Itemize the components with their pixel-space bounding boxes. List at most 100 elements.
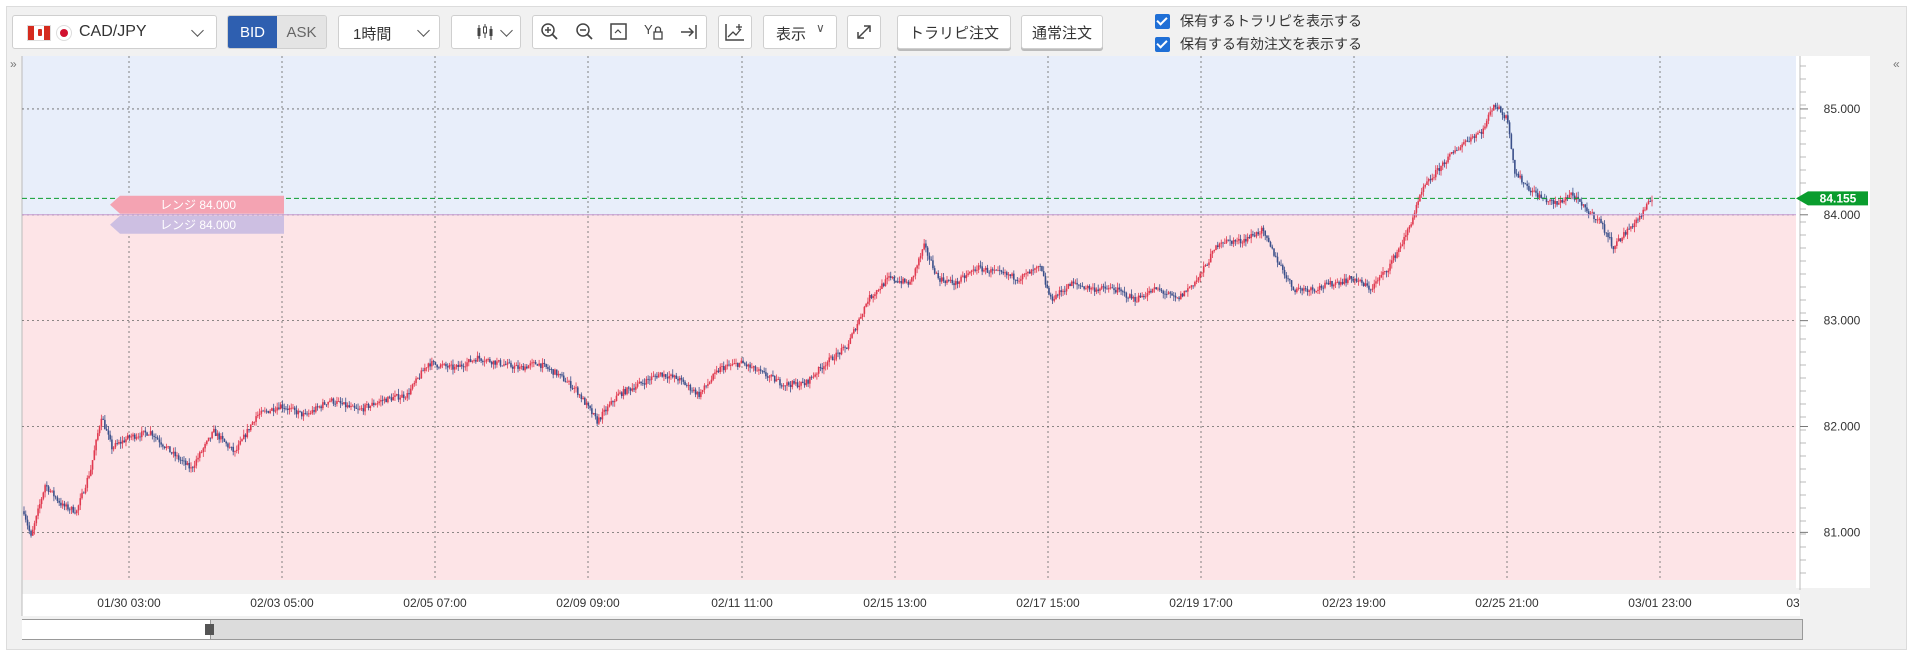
candle-body <box>1039 265 1041 267</box>
candle-body <box>967 273 969 275</box>
candle-body <box>1325 282 1328 284</box>
candle-body <box>1169 292 1172 294</box>
candle-body <box>1157 288 1159 290</box>
x-tick-label: 02/15 13:00 <box>863 596 927 610</box>
candle-body <box>1088 285 1091 290</box>
x-tick-label: 02/05 07:00 <box>403 596 467 610</box>
candle-body <box>295 410 298 415</box>
candle-body <box>1220 242 1223 244</box>
candle-body <box>1046 284 1049 288</box>
candle-body <box>1093 287 1096 292</box>
candle-body <box>1229 239 1231 241</box>
candle-body <box>1034 268 1036 270</box>
candle-body <box>1549 199 1551 202</box>
candle-body <box>1563 200 1565 203</box>
candle-body <box>42 492 45 499</box>
candle-body <box>478 355 481 359</box>
candle-body <box>928 255 931 260</box>
candle-body <box>162 444 164 447</box>
candle-body <box>1306 288 1309 292</box>
candle-body <box>951 279 954 284</box>
candle-body <box>413 382 416 385</box>
candle-body <box>1545 198 1548 203</box>
scroll-track[interactable] <box>22 619 210 640</box>
candle-body <box>244 434 247 438</box>
candle-body <box>1188 287 1191 289</box>
candle-body <box>733 363 736 365</box>
candle-body <box>1587 211 1590 215</box>
candle-body <box>954 281 957 286</box>
candle-body <box>911 277 913 282</box>
candle-body <box>1637 219 1639 221</box>
candle-body <box>958 281 961 284</box>
candle-body <box>1324 282 1326 288</box>
candle-body <box>344 402 347 408</box>
candle-body <box>399 397 402 400</box>
candle-body <box>276 407 278 411</box>
candle-body <box>1594 219 1597 221</box>
candle-body <box>1067 283 1070 289</box>
candle-body <box>1464 140 1467 143</box>
candle-body <box>467 359 470 363</box>
candle-body <box>638 381 641 384</box>
candle-body <box>1271 246 1274 249</box>
candle-body <box>1454 150 1456 153</box>
candle-body <box>777 379 780 381</box>
candle-body <box>1623 232 1625 238</box>
candle-body <box>817 367 820 374</box>
candle-body <box>1491 110 1493 112</box>
candle-body <box>160 442 162 445</box>
candle-body <box>1297 287 1300 289</box>
candle-body <box>144 430 147 433</box>
candle-body <box>561 374 563 376</box>
candle-body <box>893 276 896 281</box>
candle-body <box>853 329 855 334</box>
candle-body <box>102 418 104 420</box>
candle-body <box>921 249 924 256</box>
candle-body <box>214 428 217 436</box>
candle-body <box>242 434 245 440</box>
time-range-scrollbar[interactable] <box>210 619 1803 640</box>
candle-body <box>70 506 73 510</box>
candle-body <box>1255 232 1258 237</box>
candle-body <box>1055 294 1057 300</box>
candle-body <box>962 275 964 277</box>
candle-body <box>1303 288 1305 291</box>
candle-body <box>104 419 106 429</box>
candle-body <box>395 394 398 396</box>
candle-body <box>177 455 180 460</box>
candle-body <box>1241 242 1244 244</box>
candle-body <box>23 511 25 515</box>
candle-body <box>1420 191 1423 195</box>
candle-body <box>684 381 686 386</box>
candle-body <box>605 409 607 412</box>
candle-body <box>218 433 220 440</box>
candle-body <box>840 348 843 355</box>
candle-body <box>1014 279 1017 281</box>
candle-body <box>483 361 486 363</box>
candle-body <box>302 413 305 417</box>
candle-body <box>1218 243 1221 248</box>
candle-body <box>418 377 421 379</box>
candlestick-chart[interactable]: レンジ 84.000 レンジ 84.000 85.000 84.000 83.000 8… <box>0 0 1913 653</box>
candle-body <box>947 280 950 281</box>
candle-body <box>728 364 730 366</box>
candle-body <box>633 388 635 390</box>
candle-body <box>1586 207 1588 212</box>
scroll-handle[interactable] <box>205 624 214 635</box>
candle-body <box>833 359 836 361</box>
candle-body <box>441 364 444 366</box>
candle-body <box>744 363 746 365</box>
candle-body <box>1227 239 1230 241</box>
candle-body <box>425 367 428 369</box>
candle-body <box>371 402 373 406</box>
candle-body <box>133 434 136 439</box>
range-label-sell: レンジ 84.000 <box>160 198 236 212</box>
candle-body <box>1614 245 1616 250</box>
candle-body <box>923 243 925 250</box>
candle-body <box>865 303 867 307</box>
candle-body <box>821 367 823 370</box>
candle-body <box>675 375 678 379</box>
candle-body <box>404 397 407 399</box>
candle-body <box>1391 260 1393 264</box>
